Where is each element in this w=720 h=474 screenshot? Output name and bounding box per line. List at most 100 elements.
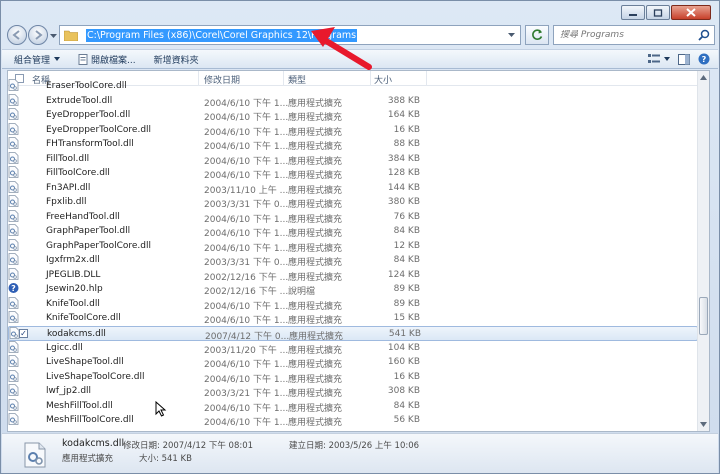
help-file-icon: ? (8, 283, 19, 293)
dll-file-icon (8, 224, 19, 236)
file-row[interactable]: ? Jsewin20.hlp 2002/12/16 下午 ... 說明檔 89 KB (8, 282, 698, 297)
file-name: FHTransformTool.dll (46, 139, 134, 149)
file-size: 84 KB (393, 400, 420, 411)
file-size: 541 KB (388, 328, 421, 339)
file-size: 124 KB (387, 269, 420, 280)
minimize-button[interactable] (621, 5, 645, 20)
file-name: EraserToolCore.dll (46, 81, 127, 91)
dll-file-icon (8, 238, 19, 251)
details-modified: 修改日期: 2007/4/12 下午 08:01 (123, 441, 254, 451)
file-row[interactable]: JPEGLIB.DLL 2002/12/16 下午 ... 應用程式擴充 124 KB (8, 267, 698, 283)
close-icon (686, 8, 696, 17)
dll-file-icon (8, 166, 19, 178)
forward-button[interactable] (28, 25, 48, 45)
scroll-down-button[interactable] (698, 419, 709, 430)
file-row[interactable]: Fpxlib.dll 2003/3/31 下午 0... 應用程式擴充 380 KB (8, 195, 698, 210)
file-date: 2004/6/10 下午 1... (204, 229, 289, 239)
folder-icon (64, 30, 78, 41)
change-view-button[interactable] (648, 54, 670, 64)
file-row[interactable]: FHTransformTool.dll 2004/6/10 下午 1... 應用程式… (8, 137, 698, 152)
scroll-up-button[interactable] (698, 72, 709, 83)
address-bar[interactable]: C:\Program Files (x86)\Corel\Corel Graph… (59, 25, 521, 45)
file-date: 2004/6/10 下午 1... (204, 171, 289, 181)
dll-file-icon (8, 108, 19, 120)
file-row[interactable]: EyeDropperToolCore.dll 2004/6/10 下午 1... 應… (8, 122, 698, 138)
file-row[interactable]: EyeDropperTool.dll 2004/6/10 下午 1... 應用程式擴… (8, 108, 698, 123)
file-type: 應用程式擴充 (288, 360, 343, 370)
row-checkbox[interactable]: ✓ (19, 328, 28, 338)
file-row[interactable]: KnifeTool.dll 2004/6/10 下午 1... 應用程式擴充 89 K… (8, 296, 698, 312)
file-date: 2003/11/10 上午 ... (204, 185, 289, 196)
search-box (553, 25, 715, 45)
dll-file-icon (8, 267, 19, 280)
file-row[interactable]: EraserToolCore.dll (8, 79, 698, 94)
dll-file-icon (8, 122, 19, 135)
dll-file-icon (8, 369, 19, 382)
refresh-button[interactable] (525, 25, 549, 45)
chevron-down-icon (664, 57, 670, 61)
file-row[interactable]: LiveShapeTool.dll 2004/6/10 下午 1... 應用程式擴充… (8, 355, 698, 370)
file-type: 應用程式擴充 (288, 142, 343, 152)
file-row[interactable]: GraphPaperTool.dll 2004/6/10 下午 1... 應用程式擴… (8, 224, 698, 239)
file-size: 128 KB (387, 168, 420, 178)
preview-pane-icon (678, 53, 690, 65)
chevron-down-icon[interactable] (508, 33, 515, 38)
file-size: 16 KB (393, 371, 420, 382)
file-row[interactable]: Fn3API.dll 2003/11/10 上午 ... 應用程式擴充 144 KB (8, 180, 698, 196)
chevron-down-icon (54, 57, 61, 61)
dll-file-icon (8, 151, 19, 164)
file-size: 160 KB (387, 357, 420, 367)
file-row[interactable]: KnifeToolCore.dll 2004/6/10 下午 1... 應用程式擴充… (8, 311, 698, 326)
file-row[interactable]: lwf_jp2.dll 2003/3/21 下午 1... 應用程式擴充 308 KB (8, 384, 698, 399)
file-row[interactable]: MeshFillToolCore.dll 2004/6/10 下午 1... 應用程… (8, 413, 698, 428)
file-row[interactable]: MeshFillTool.dll 2004/6/10 下午 1... 應用程式擴充 8… (8, 398, 698, 414)
file-row[interactable]: Igxfrm2x.dll 2003/3/31 下午 0... 應用程式擴充 84 KB (8, 253, 698, 268)
file-size: 89 KB (393, 284, 420, 294)
file-name: MeshFillTool.dll (46, 400, 113, 411)
vertical-scrollbar[interactable] (697, 71, 709, 431)
file-size: 380 KB (387, 197, 420, 207)
search-icon[interactable] (698, 29, 710, 41)
file-row[interactable]: GraphPaperToolCore.dll 2004/6/10 下午 1... 應… (8, 238, 698, 254)
svg-text:?: ? (11, 284, 16, 293)
dll-file-icon (8, 93, 19, 106)
close-button[interactable] (671, 5, 711, 20)
file-row[interactable]: ✓ kodakcms.dll 2007/4/12 下午 0... 應用程式擴充 541 … (8, 325, 698, 342)
file-type: 應用程式擴充 (288, 403, 343, 414)
dll-file-icon (8, 296, 19, 309)
open-file-button[interactable]: 開啟檔案... (78, 53, 136, 66)
back-button[interactable] (7, 25, 27, 45)
recent-pages-dropdown[interactable] (50, 32, 57, 42)
dll-file-icon (24, 442, 46, 468)
file-date: 2004/6/10 下午 1... (204, 374, 289, 385)
file-date: 2004/6/10 下午 1... (204, 243, 289, 254)
file-row[interactable]: FillTool.dll 2004/6/10 下午 1... 應用程式擴充 384 K… (8, 151, 698, 167)
file-row[interactable]: Lgicc.dll 2003/11/20 下午 ... 應用程式擴充 104 KB (8, 340, 698, 356)
file-date: 2004/6/10 下午 1... (204, 301, 289, 312)
file-name: kodakcms.dll (47, 328, 106, 339)
file-name: Igxfrm2x.dll (46, 255, 100, 265)
search-input[interactable] (560, 30, 690, 40)
help-button[interactable]: ? (698, 53, 710, 65)
file-row[interactable]: FreeHandTool.dll 2004/6/10 下午 1... 應用程式擴充 7… (8, 209, 698, 225)
file-date: 2002/12/16 下午 ... (204, 272, 289, 283)
file-row[interactable]: FillToolCore.dll 2004/6/10 下午 1... 應用程式擴充 1… (8, 166, 698, 181)
dll-file-icon (8, 311, 19, 323)
details-pane: kodakcms.dll 修改日期: 2007/4/12 下午 08:01 建立… (2, 433, 718, 473)
file-name: MeshFillToolCore.dll (46, 415, 134, 425)
file-row[interactable]: ExtrudeTool.dll 2004/6/10 下午 1... 應用程式擴充 38… (8, 93, 698, 109)
details-filename: kodakcms.dll (62, 438, 125, 449)
file-type: 應用程式擴充 (288, 389, 343, 399)
details-created: 建立日期: 2003/5/26 上午 10:06 (289, 441, 420, 451)
new-folder-button[interactable]: 新增資料夾 (154, 53, 199, 66)
scrollbar-thumb[interactable] (699, 297, 708, 335)
preview-pane-button[interactable] (678, 53, 690, 65)
file-type: 應用程式擴充 (288, 258, 343, 268)
file-row[interactable]: LiveShapeToolCore.dll 2004/6/10 下午 1... 應用… (8, 369, 698, 385)
file-rows: EraserToolCore.dll ExtrudeTool.dll 2004/6/… (8, 79, 698, 428)
maximize-button[interactable] (646, 5, 670, 20)
dll-file-icon (8, 355, 19, 367)
arrow-left-icon (12, 30, 20, 40)
file-size: 104 KB (387, 342, 420, 353)
organize-button[interactable]: 組合管理 (14, 53, 61, 66)
